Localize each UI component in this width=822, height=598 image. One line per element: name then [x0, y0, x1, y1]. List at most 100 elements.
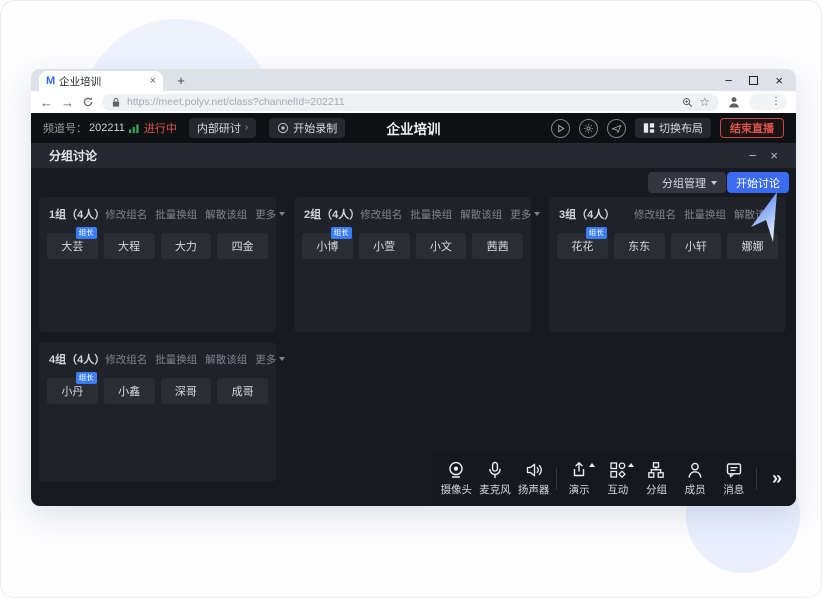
panel-minimize-icon[interactable]: − [749, 149, 757, 162]
window-maximize-icon[interactable] [749, 76, 758, 85]
member-tile[interactable]: 四金 [217, 233, 268, 259]
more-action[interactable]: 更多 [255, 352, 285, 367]
browser-menu-button[interactable]: ⋮ [749, 94, 787, 110]
leader-badge: 组长 [76, 372, 97, 384]
batch-move-action[interactable]: 批量换组 [410, 207, 452, 222]
member-tile[interactable]: 小博组长 [302, 233, 353, 259]
speaker-button[interactable]: 扬声器 [514, 461, 553, 497]
leader-badge: 组长 [586, 227, 607, 239]
zoom-icon[interactable] [682, 97, 693, 108]
bookmark-star-icon[interactable]: ☆ [699, 96, 710, 108]
member-tile[interactable]: 小文 [416, 233, 467, 259]
member-name: 小博 [316, 238, 338, 254]
live-title: 企业培训 [387, 118, 441, 138]
signal-bars-icon [129, 123, 140, 134]
browser-tab-strip: M 企业培训 × + − × [31, 69, 796, 91]
group-card-4: 4组（4人） 修改组名 批量换组 解散该组 更多 小丹组长 小鑫 深哥 成哥 [39, 342, 276, 482]
member-tile[interactable]: 花花组长 [557, 233, 608, 259]
new-tab-button[interactable]: + [173, 72, 189, 88]
panel-close-icon[interactable]: × [770, 149, 778, 162]
group-title: 4组（4人） [49, 351, 105, 367]
more-action[interactable]: 更多 [255, 207, 285, 222]
playback-icon[interactable] [551, 119, 570, 138]
profile-avatar-icon[interactable] [727, 95, 741, 109]
reload-icon[interactable] [82, 96, 94, 108]
groups-icon [647, 461, 665, 479]
member-tile[interactable]: 小丹组长 [47, 378, 98, 404]
dissolve-group-action[interactable]: 解散该组 [460, 207, 502, 222]
member-tile[interactable]: 小轩 [671, 233, 722, 259]
member-tile[interactable]: 小萱 [359, 233, 410, 259]
member-name: 大芸 [61, 238, 83, 254]
member-tile[interactable]: 大芸组长 [47, 233, 98, 259]
members-label: 成员 [685, 482, 706, 497]
rename-group-action[interactable]: 修改组名 [360, 207, 402, 222]
group-card-2: 2组（4人） 修改组名 批量换组 解散该组 更多 小博组长 小萱 小文 茜茜 [294, 197, 531, 332]
more-label: 更多 [255, 352, 276, 367]
present-label: 演示 [569, 482, 590, 497]
browser-tab[interactable]: M 企业培训 × [39, 71, 163, 91]
tab-title: 企业培训 [59, 74, 145, 89]
batch-move-action[interactable]: 批量换组 [155, 207, 197, 222]
channel-label: 频道号： [43, 120, 87, 136]
groups-button[interactable]: 分组 [637, 461, 676, 497]
dock-divider [556, 468, 557, 490]
camera-button[interactable]: 摄像头 [437, 461, 476, 497]
member-tile[interactable]: 小鑫 [104, 378, 155, 404]
group-card-1: 1组（4人） 修改组名 批量换组 解散该组 更多 大芸组长 大程 大力 四金 [39, 197, 276, 332]
members-icon [686, 461, 704, 479]
message-button[interactable]: 消息 [714, 461, 753, 497]
batch-move-action[interactable]: 批量换组 [684, 207, 726, 222]
rename-group-action[interactable]: 修改组名 [105, 207, 147, 222]
browser-nav-bar: ← → https://meet.polyv.net/class?channel… [31, 91, 796, 113]
forward-icon[interactable]: → [61, 96, 74, 109]
switch-layout-button[interactable]: 切换布局 [635, 118, 711, 138]
member-tile[interactable]: 大程 [104, 233, 155, 259]
rename-group-action[interactable]: 修改组名 [105, 352, 147, 367]
back-icon[interactable]: ← [40, 96, 53, 109]
member-tile[interactable]: 东东 [614, 233, 665, 259]
mouse-cursor-icon [750, 191, 788, 243]
url-bar[interactable]: https://meet.polyv.net/class?channelId=2… [102, 94, 719, 111]
member-name: 大力 [175, 238, 197, 254]
start-discussion-button[interactable]: 开始讨论 [727, 172, 789, 193]
speaker-icon [525, 461, 543, 479]
more-label: 更多 [510, 207, 531, 222]
dock-expand-button[interactable]: » [760, 468, 794, 489]
dropdown-triangle-icon [628, 463, 634, 467]
end-live-button[interactable]: 结束直播 [720, 118, 784, 138]
chevron-down-icon [534, 212, 540, 216]
internal-discussion-button[interactable]: 内部研讨 › [189, 118, 256, 138]
tab-close-icon[interactable]: × [150, 76, 156, 87]
dissolve-group-action[interactable]: 解散该组 [205, 352, 247, 367]
browser-window: M 企业培训 × + − × ← → https://meet.polyv [31, 69, 796, 506]
group-title: 3组（4人） [559, 206, 615, 222]
leader-badge: 组长 [331, 227, 352, 239]
member-tile[interactable]: 茜茜 [472, 233, 523, 259]
member-tile[interactable]: 成哥 [217, 378, 268, 404]
more-action[interactable]: 更多 [510, 207, 540, 222]
present-icon [570, 461, 588, 479]
batch-move-action[interactable]: 批量换组 [155, 352, 197, 367]
member-name: 小萱 [373, 238, 395, 254]
dissolve-group-action[interactable]: 解散该组 [205, 207, 247, 222]
breakout-panel-body: 分组管理 分组管理 开始讨论 1组（4人） 修改组名 [31, 168, 796, 506]
microphone-button[interactable]: 麦克风 [476, 461, 515, 497]
group-manage-button[interactable]: 分组管理 分组管理 [648, 172, 726, 193]
member-tile[interactable]: 大力 [161, 233, 212, 259]
interact-button[interactable]: 互动 [599, 461, 638, 497]
speaker-label: 扬声器 [518, 482, 550, 497]
camera-label: 摄像头 [441, 482, 473, 497]
present-button[interactable]: 演示 [560, 461, 599, 497]
start-record-button[interactable]: 开始录制 [269, 118, 345, 138]
settings-gear-icon[interactable] [579, 119, 598, 138]
window-close-icon[interactable]: × [775, 74, 783, 87]
window-minimize-icon[interactable]: − [725, 74, 733, 87]
chevron-right-icon: › [245, 123, 248, 133]
share-plane-icon[interactable] [607, 119, 626, 138]
start-record-label: 开始录制 [293, 120, 337, 136]
member-tile[interactable]: 深哥 [161, 378, 212, 404]
members-button[interactable]: 成员 [676, 461, 715, 497]
screenshot-canvas: M 企业培训 × + − × ← → https://meet.polyv [0, 0, 822, 598]
rename-group-action[interactable]: 修改组名 [634, 207, 676, 222]
